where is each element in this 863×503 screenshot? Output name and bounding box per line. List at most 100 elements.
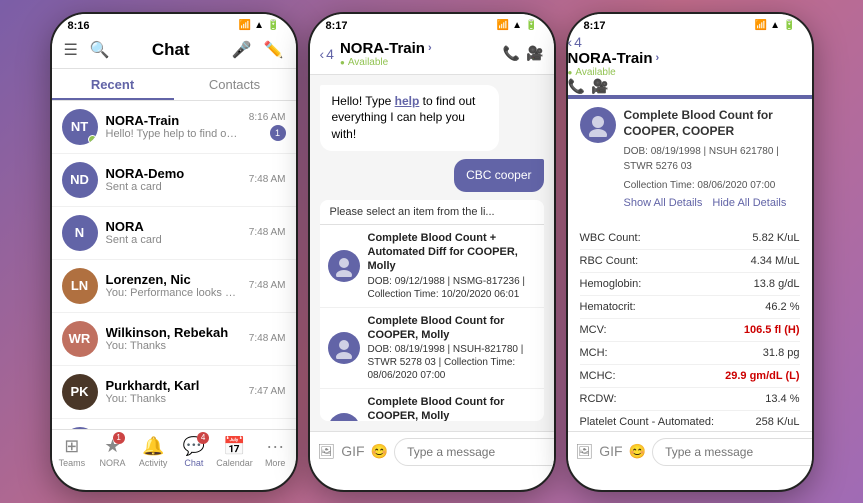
result-value: 13.8 g/dL [754,278,800,290]
call-icon[interactable]: 📞 [503,45,520,62]
result-row: Platelet Count - Automated: 258 K/uL [580,411,800,430]
emoji-icon[interactable]: 😊 [371,443,388,460]
status-bar-2: 8:17 📶 ▲ 🔋 [310,14,554,34]
nav-label-chat: Chat [184,458,203,468]
chat-item[interactable]: N NORA Sent a card 7:48 AM [52,207,296,260]
tab-recent[interactable]: Recent [52,69,174,100]
image-icon-3[interactable]: 🖼 [576,443,594,460]
nav-item-chat[interactable]: 💬 4 Chat [174,434,215,470]
chat-time: 7:47 AM [249,386,286,397]
chevron-left-icon-3: ‹ [568,34,573,50]
list-item-title: Complete Blood Count for COOPER, Molly [368,395,536,420]
nav-icon-activity: 🔔 [142,436,164,457]
tab-contacts[interactable]: Contacts [174,69,296,100]
emoji-icon-3[interactable]: 😊 [629,443,646,460]
help-link[interactable]: help [395,94,420,108]
result-row: MCH: 31.8 pg [580,342,800,365]
chat-item[interactable]: NS NORA-Stage Hey you! You look great to… [52,419,296,429]
bottom-nav: ⊞ Teams ★ 1 NORA 🔔 Activity 💬 4 Chat 📅 C… [52,429,296,472]
chat-preview: Sent a card [106,234,241,246]
contact-name-2: NORA-Train› [340,40,497,57]
phone-chat-conversation: 8:17 📶 ▲ 🔋 ‹ 4 NORA-Train› Available 📞 🎥… [308,12,556,492]
list-item-meta: DOB: 08/19/1998 | NSUH-821780 | STWR 527… [368,343,536,382]
list-item-text: Complete Blood Count for COOPER, Molly D… [368,395,536,420]
message-input-field-2[interactable] [394,438,555,466]
nav-label-teams: Teams [59,458,86,468]
result-row: RBC Count: 4.34 M/uL [580,250,800,273]
wifi-icon-3: ▲ [770,20,780,31]
chat-item[interactable]: NT NORA-Train Hello! Type help to find o… [52,101,296,154]
nav-item-teams[interactable]: ⊞ Teams [52,434,93,470]
nav-item-more[interactable]: ··· More [255,434,296,470]
avatar: PK [62,374,98,410]
search-button[interactable]: 🔍 [88,38,112,62]
chat-time: 7:48 AM [249,280,286,291]
list-item-meta: DOB: 09/12/1988 | NSMG-817236 | Collecti… [368,275,536,301]
nav-item-activity[interactable]: 🔔 Activity [133,434,174,470]
result-label: MCV: [580,324,607,336]
back-button-2[interactable]: ‹ 4 [320,46,334,62]
call-icon-3[interactable]: 📞 [568,78,585,95]
list-item[interactable]: Complete Blood Count for COOPER, Molly D… [320,389,544,420]
message-input-field-3[interactable] [652,438,813,466]
compose-button[interactable]: ✏️ [262,38,286,62]
gif-icon-3[interactable]: GIF [599,443,622,460]
chat-item[interactable]: PK Purkhardt, Karl You: Thanks 7:47 AM [52,366,296,419]
chat-preview: You: Thanks [106,393,241,405]
avatar: N [62,215,98,251]
result-label: MCHC: [580,370,616,382]
nav-item-nora[interactable]: ★ 1 NORA [92,434,133,470]
time-3: 8:17 [584,20,606,32]
chat-info: NORA Sent a card [106,219,241,246]
video-icon-3[interactable]: 🎥 [591,78,608,95]
input-icons-left-3: 🖼 GIF 😊 [576,443,647,460]
result-value: 31.8 pg [763,347,800,359]
chevron-left-icon: ‹ [320,46,325,62]
show-all-link[interactable]: Show All Details [624,197,703,209]
chat-item[interactable]: ND NORA-Demo Sent a card 7:48 AM [52,154,296,207]
hamburger-button[interactable]: ☰ [62,38,80,62]
chat-name: NORA-Demo [106,166,241,181]
nav-item-calendar[interactable]: 📅 Calendar [214,434,255,470]
result-label: WBC Count: [580,232,641,244]
back-button-3[interactable]: ‹ 4 [568,34,812,50]
nav-label-activity: Activity [139,458,168,468]
chat-meta: 7:48 AM [249,227,286,238]
phone-teams-chat: 8:16 📶 ▲ 🔋 ☰ 🔍 Chat 🎤 ✏️ Recent Contacts… [50,12,298,492]
image-icon[interactable]: 🖼 [318,443,336,460]
nav-label-calendar: Calendar [216,458,253,468]
list-item[interactable]: Complete Blood Count for COOPER, Molly D… [320,308,544,390]
chat-item[interactable]: LN Lorenzen, Nic You: Performance looks … [52,260,296,313]
video-icon[interactable]: 🎥 [526,45,543,62]
nav-label-more: More [265,458,286,468]
chat-header-3: ‹ 4 NORA-Train› Available 📞 🎥 [568,34,812,95]
avatar: NT [62,109,98,145]
chat-meta: 8:16 AM 1 [249,112,286,141]
chat-name: Wilkinson, Rebekah [106,325,241,340]
nav-badge-chat: 4 [197,432,209,444]
phone-lab-results: 8:17 📶 ▲ 🔋 ‹ 4 NORA-Train› Available 📞 🎥 [566,12,814,492]
gif-icon[interactable]: GIF [341,443,364,460]
mic-button[interactable]: 🎤 [230,38,254,62]
hide-all-link[interactable]: Hide All Details [712,197,786,209]
signal-icon: 📶 [239,20,251,31]
avatar: ND [62,162,98,198]
chat-meta: 7:48 AM [249,333,286,344]
chat-info: Lorenzen, Nic You: Performance looks gre… [106,272,241,299]
chat-item[interactable]: WR Wilkinson, Rebekah You: Thanks 7:48 A… [52,313,296,366]
time-2: 8:17 [326,20,348,32]
chat-name: Purkhardt, Karl [106,378,241,393]
wifi-icon: ▲ [254,20,264,31]
nav-icon-more: ··· [266,436,284,457]
back-count-3: 4 [574,34,582,50]
list-item[interactable]: Complete Blood Count + Automated Diff fo… [320,225,544,308]
chat-header-2: ‹ 4 NORA-Train› Available 📞 🎥 [310,34,554,75]
chat-meta: 7:48 AM [249,280,286,291]
input-icons-left: 🖼 GIF 😊 [318,443,389,460]
chat-preview: Hello! Type help to find out everyt... [106,128,241,140]
result-label: Platelet Count - Automated: [580,416,715,428]
result-meta: DOB: 08/19/1998 | NSUH 621780 | STWR 527… [624,144,800,174]
avatar: LN [62,268,98,304]
result-label: MCH: [580,347,608,359]
result-value: 4.34 M/uL [751,255,800,267]
